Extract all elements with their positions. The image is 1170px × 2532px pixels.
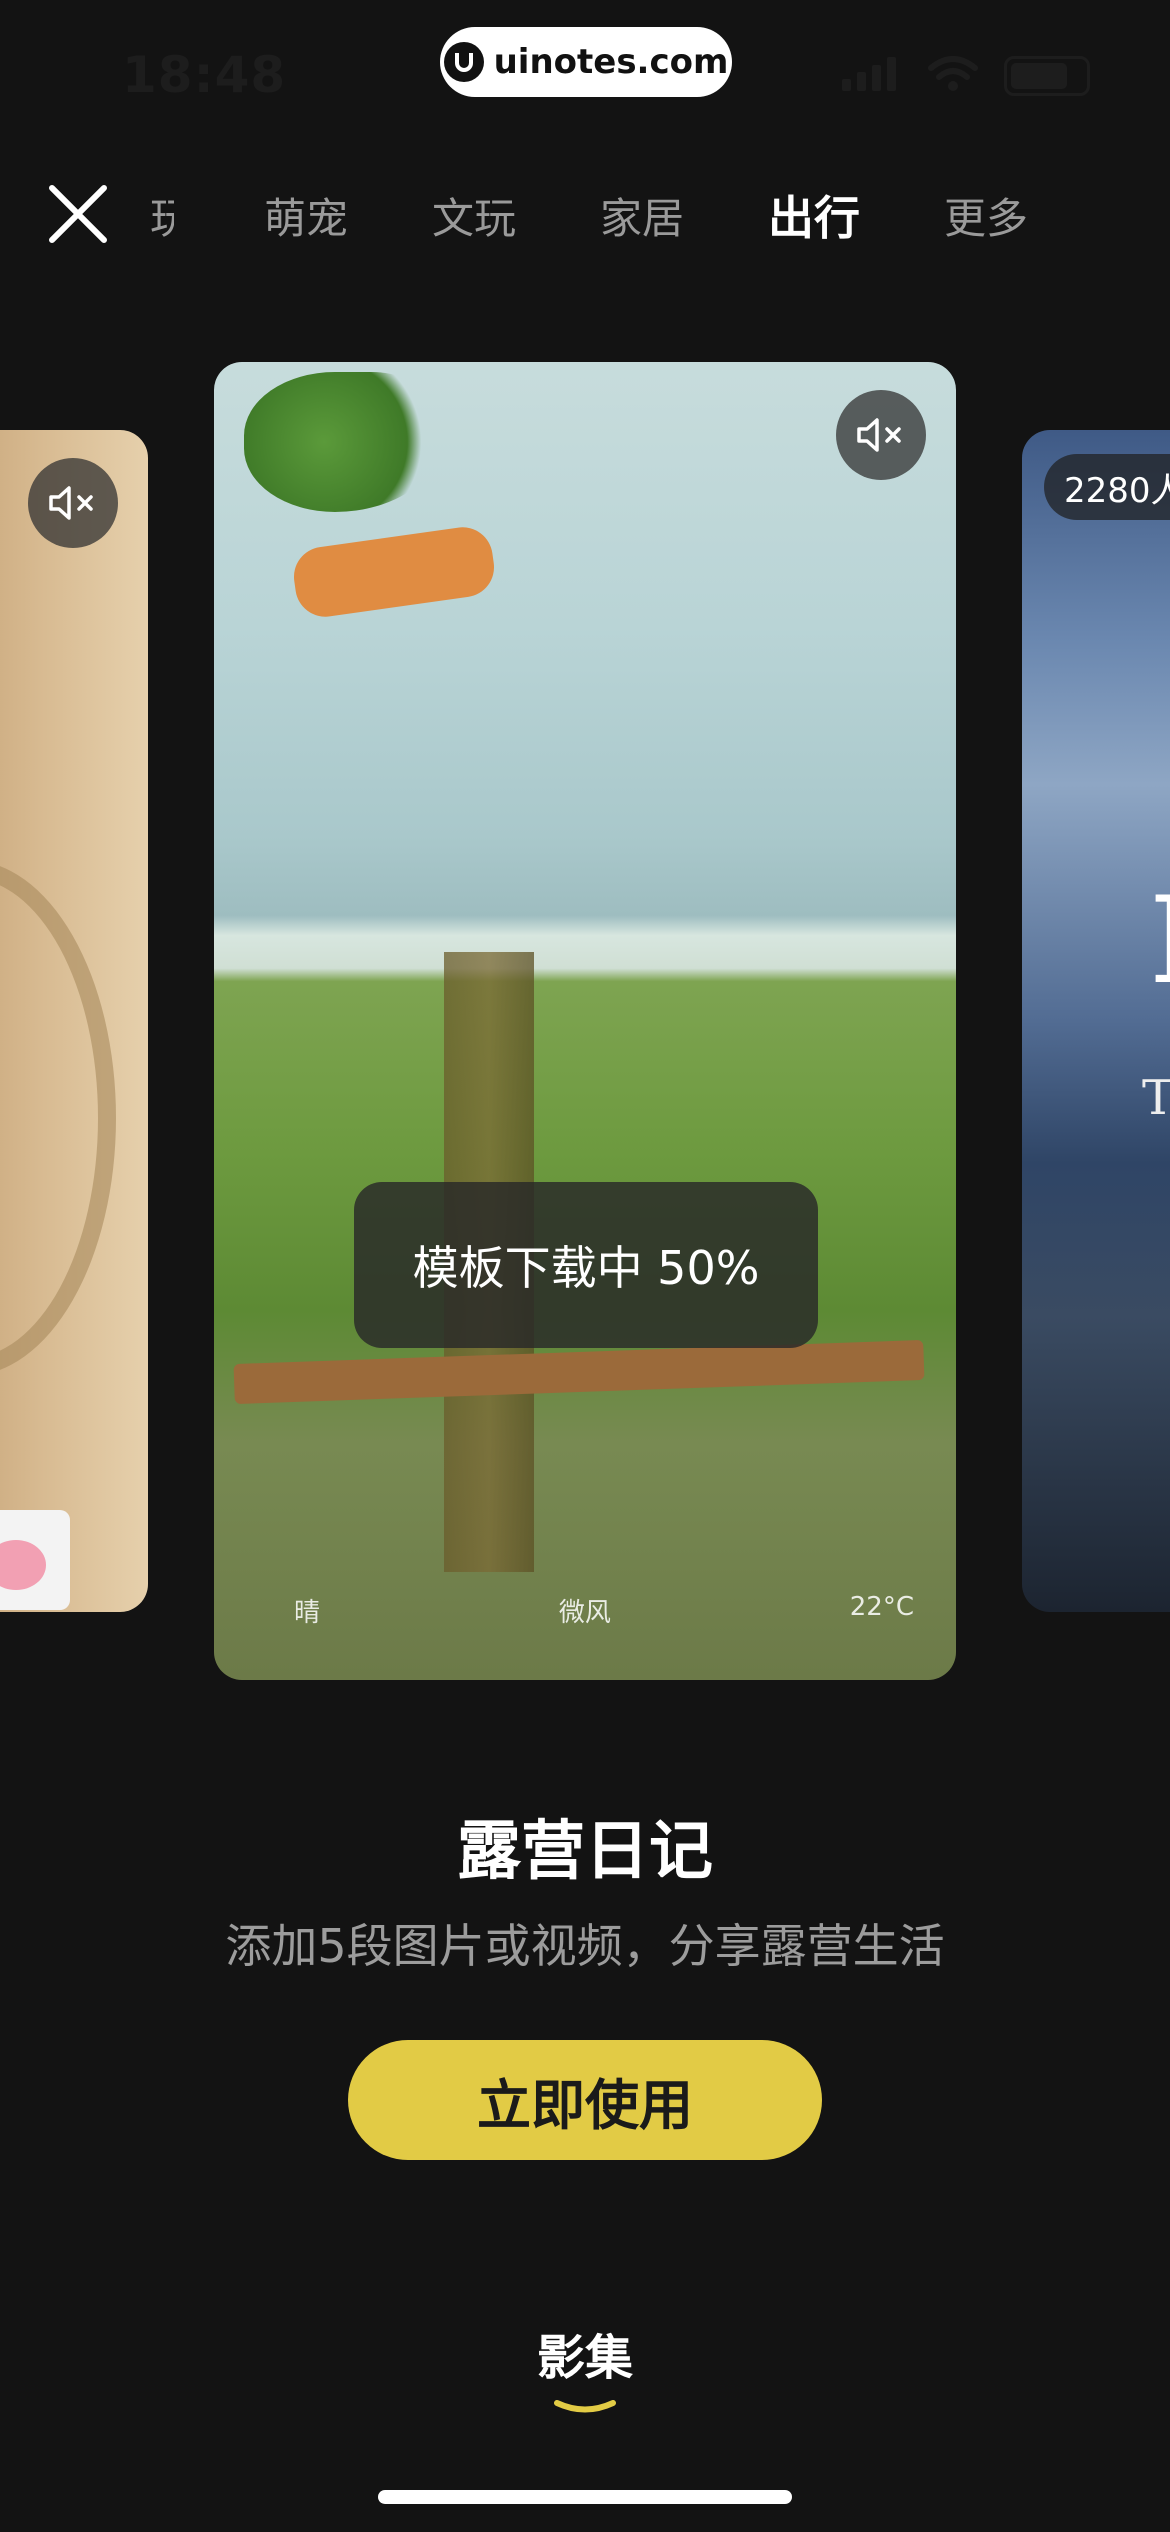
tab-partial[interactable]: 玩 — [150, 185, 174, 246]
close-icon — [49, 185, 107, 243]
leaves-image — [244, 372, 444, 512]
status-indicators — [842, 56, 1090, 96]
home-indicator[interactable] — [378, 2490, 792, 2504]
tab-travel[interactable]: 出行 — [768, 182, 860, 248]
url-text: uinotes.com — [493, 42, 729, 82]
use-now-button[interactable]: 立即使用 — [348, 2040, 822, 2160]
url-badge: uinotes.com — [440, 27, 732, 97]
wifi-icon — [928, 56, 978, 96]
tab-more[interactable]: 更多 — [944, 185, 1028, 246]
uinotes-logo-icon — [443, 42, 484, 82]
card-subtitle-letter: T — [1142, 1070, 1170, 1126]
mute-icon — [49, 486, 93, 520]
weather-breeze: 微风 — [558, 1598, 611, 1628]
signal-icon — [842, 57, 902, 95]
mute-button-left[interactable] — [28, 458, 118, 548]
weather-overlay: 晴 微风 22°C — [294, 1592, 914, 1629]
template-preview-page: 18:48 uinotes.com 玩 萌宠 文玩 家居 出行 更多 模板下载中… — [0, 0, 1170, 2532]
template-title: 露营日记 — [457, 1815, 713, 1889]
tab-pets[interactable]: 萌宠 — [264, 185, 348, 246]
active-tab-indicator — [554, 2400, 616, 2413]
tab-album[interactable]: 影集 — [0, 2318, 1170, 2388]
status-time: 18:48 — [122, 46, 287, 104]
mute-icon — [857, 418, 901, 452]
close-button[interactable] — [44, 180, 112, 248]
camping-table-image — [233, 1339, 925, 1405]
rattan-chair-image — [0, 860, 116, 1376]
template-card-main[interactable]: 模板下载中 50% 晴 微风 22°C — [214, 362, 956, 1680]
house-sticker-image — [0, 1510, 70, 1610]
tab-home[interactable]: 家居 — [600, 185, 684, 246]
download-progress-toast: 模板下载中 50% — [354, 1182, 818, 1348]
weather-temperature: 22°C — [849, 1592, 914, 1622]
category-tabs: 玩 萌宠 文玩 家居 出行 更多 — [150, 180, 1112, 250]
template-card-right[interactable]: 2280人 I T — [1022, 430, 1170, 1612]
template-description: 添加5段图片或视频，分享露营生活 — [225, 1919, 945, 1973]
template-card-left[interactable] — [0, 430, 148, 1612]
mute-button-main[interactable] — [836, 390, 926, 480]
battery-icon — [1004, 56, 1090, 96]
weather-sunny: 晴 — [294, 1598, 321, 1628]
tab-collectibles[interactable]: 文玩 — [432, 185, 516, 246]
bird-illustration — [290, 523, 498, 621]
card-title-letter: I — [1150, 870, 1170, 1011]
usage-count-badge: 2280人 — [1044, 454, 1170, 520]
